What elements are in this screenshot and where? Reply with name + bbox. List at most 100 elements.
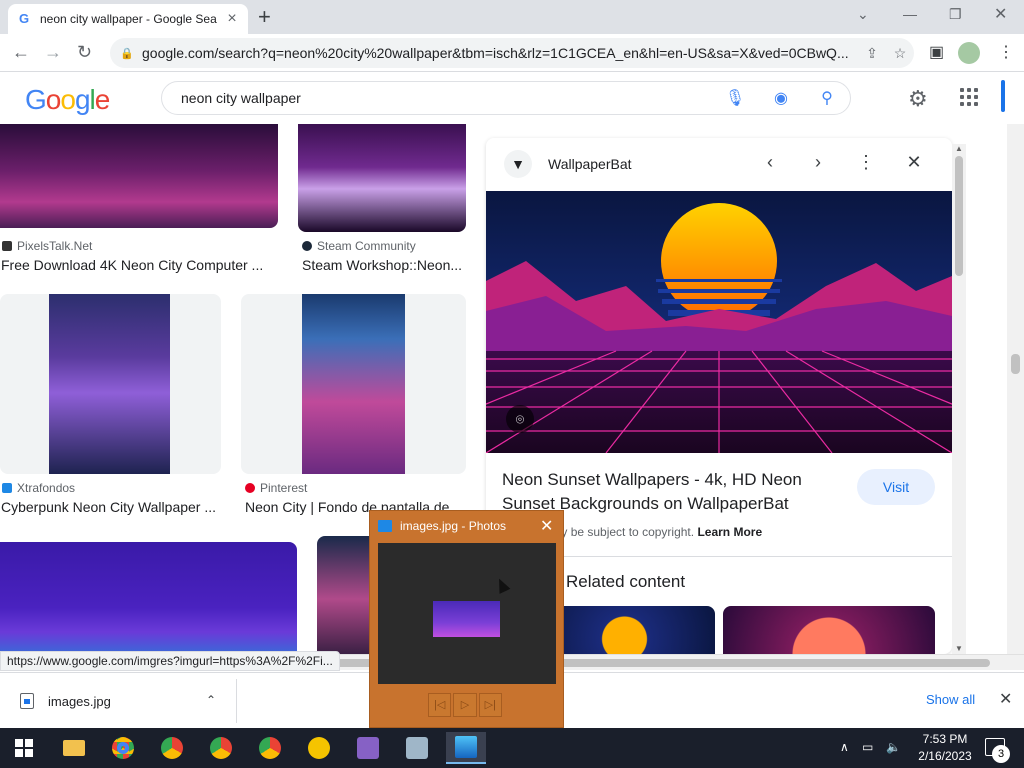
status-bar-url: https://www.google.com/imgres?imgurl=htt…	[0, 651, 340, 671]
chevron-up-icon[interactable]: ⌃	[206, 693, 216, 707]
result-image-steam[interactable]	[298, 124, 466, 232]
result-image-pixelstalk[interactable]	[0, 124, 278, 228]
more-options-icon[interactable]: ⋮	[854, 152, 878, 173]
page-scrollbar[interactable]	[1007, 124, 1024, 654]
close-panel-icon[interactable]: ✕	[902, 152, 926, 173]
norton-icon	[308, 737, 330, 759]
visual-studio-button[interactable]	[348, 732, 388, 764]
result-image-neon-skyline[interactable]	[0, 542, 297, 654]
norton-button[interactable]	[299, 732, 339, 764]
volume-icon[interactable]: 🔈	[886, 740, 901, 754]
search-input[interactable]: neon city wallpaper 🎙 ◉ ⚲	[161, 81, 851, 115]
related-image-2[interactable]	[723, 606, 935, 654]
profile-avatar[interactable]	[958, 42, 980, 64]
side-panel-icon[interactable]: ▣	[929, 42, 944, 62]
search-query: neon city wallpaper	[181, 90, 301, 106]
related-content-heading: Related content	[566, 572, 686, 591]
preview-image-thumbnail	[433, 601, 500, 637]
new-tab-button[interactable]: +	[258, 5, 271, 29]
settings-gear-icon[interactable]: ⚙	[908, 86, 928, 112]
show-hidden-icons-icon[interactable]: ∧	[840, 740, 849, 754]
panel-site-name[interactable]: WallpaperBat	[548, 156, 632, 172]
address-bar[interactable]: 🔒 google.com/search?q=neon%20city%20wall…	[110, 38, 914, 68]
visit-button[interactable]: Visit	[857, 469, 935, 505]
result-image-pinterest[interactable]	[302, 294, 405, 474]
image-file-icon	[20, 693, 34, 709]
bookmark-star-icon[interactable]: ☆	[886, 45, 914, 62]
previous-track-icon[interactable]: |◁	[428, 693, 452, 717]
tab-search-icon[interactable]: ⌄	[857, 6, 869, 23]
photos-icon	[455, 736, 477, 758]
windows-taskbar: ∧ ▭ 🔈 7:53 PM 2/16/2023 3	[0, 728, 1024, 768]
show-all-link[interactable]: Show all	[926, 692, 975, 707]
download-item[interactable]: images.jpg ⌃	[20, 683, 230, 719]
chrome-profile-b-button[interactable]	[201, 732, 241, 764]
network-icon[interactable]: ▭	[862, 740, 873, 754]
result-source[interactable]: Steam Community	[302, 239, 416, 253]
preview-image[interactable]: ⌾	[486, 191, 952, 453]
pinterest-icon	[245, 483, 255, 493]
tab-close-icon[interactable]: ×	[224, 10, 240, 28]
start-button[interactable]	[4, 732, 44, 764]
lens-search-image-icon[interactable]: ⌾	[506, 405, 534, 433]
url-text: google.com/search?q=neon%20city%20wallpa…	[142, 45, 849, 61]
result-image-neon-street[interactable]	[317, 536, 377, 654]
minimize-button[interactable]: —	[903, 6, 917, 22]
preview-window-thumbnail[interactable]	[378, 543, 556, 684]
clock-date: 2/16/2023	[918, 749, 972, 763]
lens-search-icon[interactable]: ◉	[758, 88, 804, 108]
previous-image-icon[interactable]: ‹	[758, 152, 782, 173]
result-source[interactable]: Xtrafondos	[2, 481, 75, 495]
google-logo[interactable]: Google	[25, 84, 110, 116]
network-app-button[interactable]	[397, 732, 437, 764]
lock-icon: 🔒	[120, 48, 134, 60]
steam-icon	[302, 241, 312, 251]
next-track-icon[interactable]: ▷|	[478, 693, 502, 717]
play-icon[interactable]: ▷	[453, 693, 477, 717]
result-caption[interactable]: Free Download 4K Neon City Computer ...	[1, 257, 276, 273]
share-icon[interactable]: ⇪	[858, 45, 886, 62]
wallpaperbat-logo-icon[interactable]: ▼	[504, 150, 532, 178]
reload-button[interactable]: ↻	[77, 42, 92, 62]
photos-taskbar-preview[interactable]: images.jpg - Photos ✕ |◁ ▷ ▷|	[369, 510, 564, 728]
scroll-down-icon[interactable]: ▼	[955, 644, 963, 653]
tab-google-search[interactable]: G neon city wallpaper - Google Sea ×	[8, 4, 248, 34]
chrome-menu-icon[interactable]: ⋮	[998, 42, 1014, 62]
neon-sunset-image	[486, 191, 952, 453]
chrome-profile-button[interactable]	[152, 732, 192, 764]
google-apps-icon[interactable]	[960, 88, 978, 106]
browser-toolbar: ← → ↻ 🔒 google.com/search?q=neon%20city%…	[0, 34, 1024, 72]
preview-close-icon[interactable]: ✕	[540, 516, 553, 536]
photos-app-icon	[378, 520, 392, 532]
scroll-up-icon[interactable]: ▲	[955, 144, 963, 153]
result-source[interactable]: PixelsTalk.Net	[2, 239, 92, 253]
search-icon[interactable]: ⚲	[804, 88, 850, 108]
sign-in-edge[interactable]	[1001, 80, 1005, 112]
result-image-xtrafondos[interactable]	[49, 294, 170, 474]
system-clock[interactable]: 7:53 PM 2/16/2023	[914, 731, 976, 765]
voice-search-icon[interactable]: 🎙	[712, 88, 758, 108]
chrome-profile-d-button[interactable]	[250, 732, 290, 764]
back-button[interactable]: ←	[12, 42, 30, 62]
result-caption[interactable]: Steam Workshop::Neon...	[302, 257, 467, 273]
close-download-bar-icon[interactable]: ✕	[999, 689, 1012, 709]
restore-button[interactable]: ❐	[949, 6, 962, 23]
photos-button[interactable]	[446, 732, 486, 764]
result-caption[interactable]: Cyberpunk Neon City Wallpaper ...	[1, 499, 221, 515]
pixelstalk-icon	[2, 241, 12, 251]
learn-more-link[interactable]: Learn More	[697, 525, 762, 539]
panel-scroll-thumb[interactable]	[955, 156, 963, 276]
chrome-button[interactable]	[103, 732, 143, 764]
google-favicon-icon: G	[18, 11, 30, 26]
notification-count-badge: 3	[992, 745, 1010, 763]
panel-title[interactable]: Neon Sunset Wallpapers - 4k, HD Neon Sun…	[502, 468, 842, 516]
panel-scrollbar[interactable]: ▲ ▼	[952, 144, 966, 654]
forward-button[interactable]: →	[44, 42, 62, 62]
result-source[interactable]: Pinterest	[245, 481, 307, 495]
chrome-profile-b-icon	[210, 737, 232, 759]
close-window-button[interactable]: ✕	[994, 4, 1007, 24]
file-explorer-button[interactable]	[54, 732, 94, 764]
next-image-icon[interactable]: ›	[806, 152, 830, 173]
preview-titlebar: images.jpg - Photos ✕	[370, 511, 563, 541]
page-scroll-thumb[interactable]	[1011, 354, 1020, 374]
